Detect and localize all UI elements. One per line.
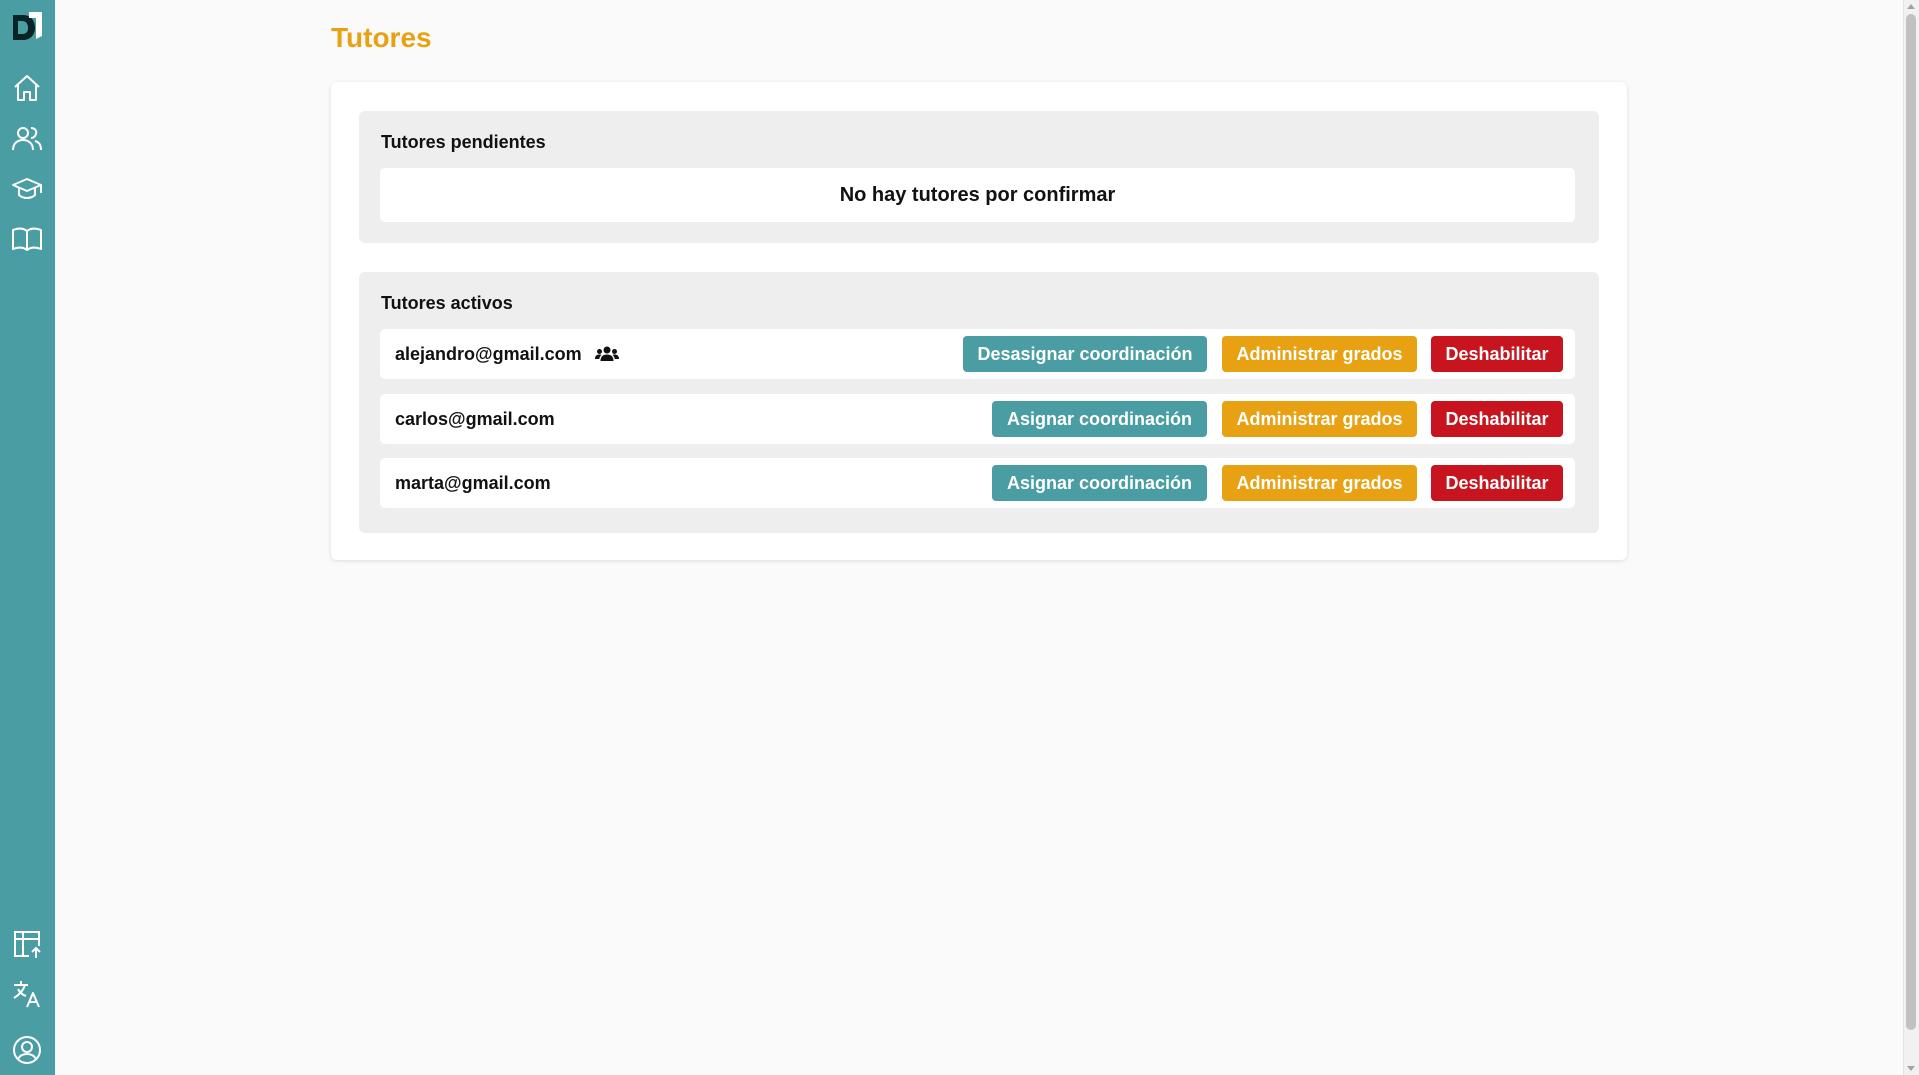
scroll-up-arrow-icon[interactable] [1907,4,1915,9]
book-icon[interactable] [11,223,43,255]
tutor-email: alejandro@gmail.com [395,344,582,364]
tutor-email: carlos@gmail.com [395,409,555,429]
manage-grades-button[interactable]: Administrar grados [1222,336,1417,372]
unassign-coordination-button[interactable]: Desasignar coordinación [963,336,1207,372]
manage-grades-button[interactable]: Administrar grados [1222,401,1417,437]
pending-tutors-title: Tutores pendientes [381,132,546,152]
users-icon[interactable] [11,123,43,155]
sidebar [0,0,55,1075]
active-tutors-section: Tutores activos alejandro@gmail.com Desa… [359,272,1599,533]
disable-button[interactable]: Deshabilitar [1431,465,1563,501]
app-logo[interactable] [9,9,45,45]
coordinator-group-icon [595,345,619,363]
user-circle-icon[interactable] [11,1034,43,1066]
graduation-cap-icon[interactable] [11,173,43,205]
assign-coordination-button[interactable]: Asignar coordinación [992,401,1207,437]
tutor-row: marta@gmail.com Asignar coordinación Adm… [380,458,1575,508]
pending-tutors-section: Tutores pendientes No hay tutores por co… [359,111,1599,243]
tutor-email: marta@gmail.com [395,473,551,493]
page-title: Tutores [331,22,432,53]
home-icon[interactable] [11,72,43,104]
pending-empty-message: No hay tutores por confirmar [380,168,1575,222]
scrollbar-thumb[interactable] [1906,14,1916,1030]
disable-button[interactable]: Deshabilitar [1431,401,1563,437]
tutor-row: alejandro@gmail.com Desasignar coordinac… [380,329,1575,379]
disable-button[interactable]: Deshabilitar [1431,336,1563,372]
tutors-card: Tutores pendientes No hay tutores por co… [331,82,1627,560]
assign-coordination-button[interactable]: Asignar coordinación [992,465,1207,501]
active-tutors-title: Tutores activos [381,293,513,313]
table-upload-icon[interactable] [11,928,43,960]
translate-icon[interactable] [11,978,43,1010]
vertical-scrollbar[interactable] [1903,0,1919,1075]
manage-grades-button[interactable]: Administrar grados [1222,465,1417,501]
tutor-row: carlos@gmail.com Asignar coordinación Ad… [380,394,1575,444]
scroll-down-arrow-icon[interactable] [1907,1066,1915,1071]
